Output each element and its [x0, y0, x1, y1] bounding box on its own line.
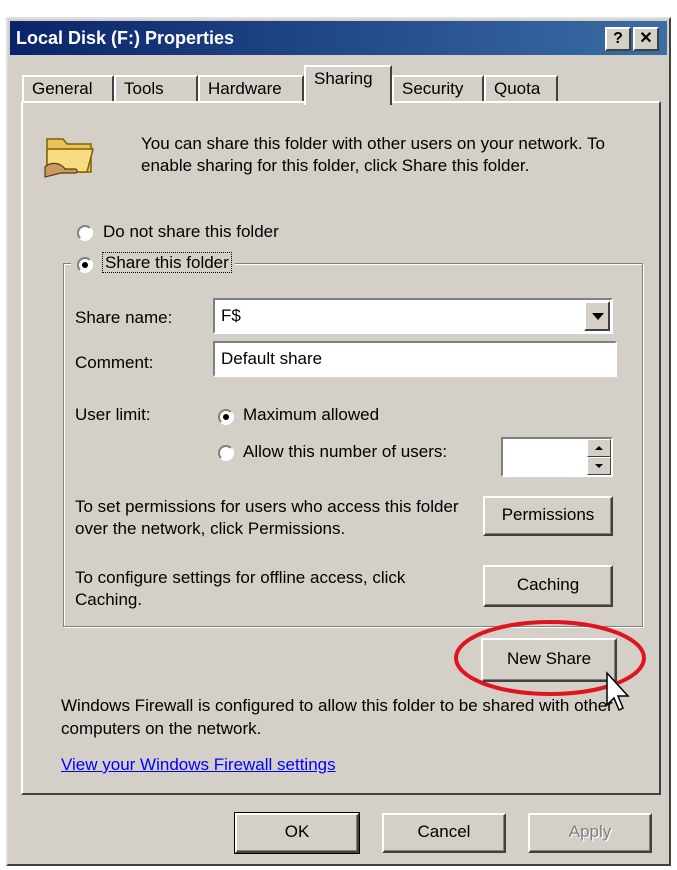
share-this-folder-radio[interactable]	[77, 257, 93, 273]
window-title: Local Disk (F:) Properties	[16, 28, 235, 48]
allow-number-radio[interactable]	[218, 445, 234, 461]
close-button[interactable]: ✕	[633, 27, 659, 51]
share-this-folder-label[interactable]: Share this folder	[102, 252, 232, 273]
help-button[interactable]: ?	[605, 27, 631, 51]
do-not-share-radio[interactable]	[77, 225, 93, 241]
share-legend: Share this folder	[71, 252, 235, 277]
user-limit-label: User limit:	[75, 405, 151, 424]
permissions-button[interactable]: Permissions	[483, 496, 613, 536]
allow-number-label[interactable]: Allow this number of users:	[243, 442, 447, 462]
firewall-text: Windows Firewall is configured to allow …	[61, 696, 613, 738]
share-name-value: F$	[221, 306, 241, 325]
shared-folder-icon	[44, 138, 94, 178]
firewall-settings-link[interactable]: View your Windows Firewall settings	[61, 755, 336, 775]
sharing-intro-text: You can share this folder with other use…	[141, 134, 605, 175]
share-name-dropdown[interactable]: F$	[213, 298, 613, 334]
comment-label: Comment:	[75, 353, 154, 372]
user-count-spinner[interactable]	[501, 437, 613, 477]
ok-button[interactable]: OK	[235, 813, 359, 853]
tab-sharing[interactable]: Sharing	[304, 65, 392, 105]
spin-down-icon[interactable]	[587, 457, 611, 475]
do-not-share-label[interactable]: Do not share this folder	[103, 222, 279, 242]
comment-input[interactable]: Default share	[213, 341, 617, 377]
chevron-down-icon[interactable]	[584, 301, 610, 331]
apply-button[interactable]: Apply	[528, 813, 652, 853]
title-bar[interactable]: Local Disk (F:) Properties ? ✕	[10, 21, 667, 55]
new-share-button[interactable]: New Share	[481, 638, 617, 682]
cancel-button[interactable]: Cancel	[382, 813, 506, 853]
share-name-label: Share name:	[75, 308, 173, 327]
permissions-text: To set permissions for users who access …	[75, 497, 459, 538]
maximum-allowed-label[interactable]: Maximum allowed	[243, 405, 379, 425]
caching-text: To configure settings for offline access…	[75, 568, 406, 609]
sharing-panel: You can share this folder with other use…	[21, 101, 661, 795]
caching-button[interactable]: Caching	[483, 565, 613, 607]
spin-up-icon[interactable]	[587, 439, 611, 457]
maximum-allowed-radio[interactable]	[218, 409, 234, 425]
